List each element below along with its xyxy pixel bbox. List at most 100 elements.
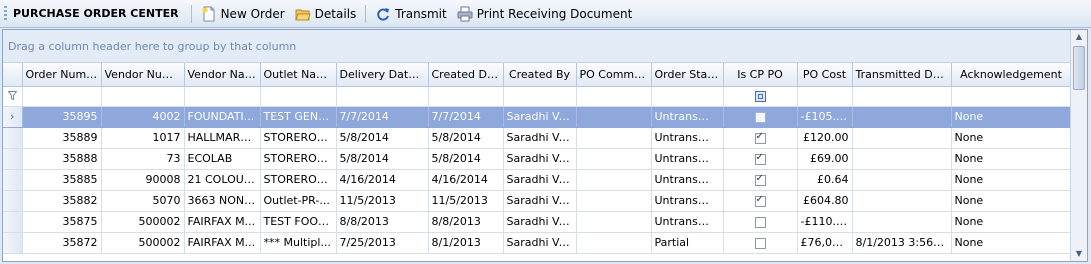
cell-delivery-date[interactable]: 11/5/2013	[336, 190, 429, 212]
cell-acknowledgement[interactable]: None	[951, 148, 1072, 170]
cell-order-status[interactable]: Partial	[651, 232, 724, 254]
cell-created-date[interactable]: 5/8/2014	[428, 127, 504, 149]
table-row[interactable]: 35889 1017 HALLMARK ... STOREROOM 5/8/2014 5/…	[3, 127, 1072, 149]
cell-created-date[interactable]: 4/16/2014	[428, 169, 504, 191]
cell-order-number[interactable]: 35875	[22, 211, 102, 233]
cell-delivery-date[interactable]: 8/8/2013	[336, 211, 429, 233]
cp-po-checkbox[interactable]	[754, 237, 766, 249]
cell-po-comments[interactable]	[576, 211, 652, 233]
cell-created-by[interactable]: Saradhi Valluri	[503, 190, 577, 212]
cell-outlet-name[interactable]: STOREROOM	[260, 148, 337, 170]
cell-created-by[interactable]: Saradhi Valluri	[503, 211, 577, 233]
filter-cell[interactable]	[576, 86, 652, 107]
row-pointer-icon[interactable]: ›	[3, 106, 23, 128]
table-row[interactable]: 35875 500002 FAIRFAX M... TEST FOOD... 8/8/2…	[3, 211, 1072, 233]
cell-vendor-name[interactable]: 21 COLOUR...	[184, 169, 261, 191]
cell-is-cp-po[interactable]	[723, 232, 798, 254]
cell-acknowledgement[interactable]: None	[951, 211, 1072, 233]
cell-po-comments[interactable]	[576, 127, 652, 149]
table-row[interactable]: 35882 5070 3663 NON ... Outlet-PR-... 11/5/2…	[3, 190, 1072, 212]
header-order-number[interactable]: Order Number	[22, 63, 102, 87]
cell-delivery-date[interactable]: 7/25/2013	[336, 232, 429, 254]
cell-outlet-name[interactable]: TEST FOOD...	[260, 211, 337, 233]
cell-order-number[interactable]: 35882	[22, 190, 102, 212]
row-indicator[interactable]	[3, 211, 23, 233]
cell-order-number[interactable]: 35872	[22, 232, 102, 254]
cell-po-cost[interactable]: £120.00	[797, 127, 853, 149]
scroll-down-icon[interactable]: ▼	[1073, 248, 1085, 260]
cell-transmitted-date[interactable]: 8/1/2013 3:56 PM	[852, 232, 952, 254]
cell-vendor-number[interactable]: 5070	[101, 190, 185, 212]
cp-po-checkbox[interactable]	[754, 194, 766, 207]
cell-acknowledgement[interactable]: None	[951, 127, 1072, 149]
cell-delivery-date[interactable]: 5/8/2014	[336, 148, 429, 170]
filter-cell[interactable]	[428, 86, 504, 107]
filter-cell[interactable]	[260, 86, 337, 107]
cell-is-cp-po[interactable]	[723, 148, 798, 170]
cell-is-cp-po[interactable]	[723, 190, 798, 212]
cell-delivery-date[interactable]: 5/8/2014	[336, 127, 429, 149]
toolbar-grip[interactable]	[4, 5, 7, 22]
header-po-cost[interactable]: PO Cost	[797, 63, 853, 87]
cell-po-comments[interactable]	[576, 169, 652, 191]
cell-po-comments[interactable]	[576, 232, 652, 254]
cell-po-cost[interactable]: £76,00...	[797, 232, 853, 254]
cp-po-checkbox[interactable]	[754, 131, 766, 144]
header-transmitted-date[interactable]: Transmitted Date	[852, 63, 952, 87]
cell-transmitted-date[interactable]	[852, 106, 952, 128]
cell-outlet-name[interactable]: TEST GENE...	[260, 106, 337, 128]
cell-po-comments[interactable]	[576, 148, 652, 170]
cp-po-checkbox[interactable]	[754, 111, 766, 123]
cell-po-cost[interactable]: -£110.00	[797, 211, 853, 233]
filter-cell[interactable]	[951, 86, 1072, 107]
cell-delivery-date[interactable]: 4/16/2014	[336, 169, 429, 191]
table-row[interactable]: 35872 500002 FAIRFAX M... *** Multipl... 7/2…	[3, 232, 1072, 254]
cell-po-cost[interactable]: £604.80	[797, 190, 853, 212]
cell-order-number[interactable]: 35885	[22, 169, 102, 191]
cell-created-by[interactable]: Saradhi Valluri	[503, 127, 577, 149]
cp-po-checkbox[interactable]	[754, 173, 766, 186]
cell-po-comments[interactable]	[576, 190, 652, 212]
filter-cell[interactable]	[22, 86, 102, 107]
cell-vendor-number[interactable]: 73	[101, 148, 185, 170]
header-created-by[interactable]: Created By	[503, 63, 577, 87]
row-indicator[interactable]	[3, 169, 23, 191]
row-indicator[interactable]	[3, 232, 23, 254]
table-row[interactable]: › 35895 4002 FOUNDATI... TEST GENE... 7/7/201…	[3, 106, 1072, 128]
scroll-up-icon[interactable]: ▲	[1073, 31, 1085, 43]
filter-cell[interactable]	[797, 86, 853, 107]
cell-po-cost[interactable]: -£105.00	[797, 106, 853, 128]
cell-vendor-number[interactable]: 1017	[101, 127, 185, 149]
cell-is-cp-po[interactable]	[723, 211, 798, 233]
header-is-cp-po[interactable]: Is CP PO	[723, 63, 798, 87]
cell-po-cost[interactable]: £69.00	[797, 148, 853, 170]
cp-po-checkbox[interactable]	[754, 216, 766, 228]
filter-cell[interactable]	[503, 86, 577, 107]
cell-is-cp-po[interactable]	[723, 106, 798, 128]
header-acknowledgement[interactable]: Acknowledgement	[951, 63, 1072, 87]
cell-transmitted-date[interactable]	[852, 127, 952, 149]
cell-acknowledgement[interactable]: None	[951, 106, 1072, 128]
cell-outlet-name[interactable]: STOREROOM	[260, 169, 337, 191]
cell-order-status[interactable]: Untransmit...	[651, 127, 724, 149]
cell-vendor-name[interactable]: HALLMARK ...	[184, 127, 261, 149]
cell-transmitted-date[interactable]	[852, 169, 952, 191]
cell-created-date[interactable]: 11/5/2013	[428, 190, 504, 212]
cell-order-status[interactable]: Untransmit...	[651, 169, 724, 191]
filter-cell[interactable]	[852, 86, 952, 107]
filter-cell[interactable]	[184, 86, 261, 107]
filter-cell[interactable]	[101, 86, 185, 107]
cell-created-by[interactable]: Saradhi Valluri	[503, 148, 577, 170]
header-created-date[interactable]: Created Date	[428, 63, 504, 87]
table-row[interactable]: 35885 90008 21 COLOUR... STOREROOM 4/16/2014…	[3, 169, 1072, 191]
vertical-scrollbar[interactable]: ▲ ▼	[1070, 30, 1087, 261]
cell-outlet-name[interactable]: STOREROOM	[260, 127, 337, 149]
cell-vendor-name[interactable]: FOUNDATI...	[184, 106, 261, 128]
filter-cell[interactable]	[336, 86, 429, 107]
cell-created-by[interactable]: Saradhi Valluri	[503, 169, 577, 191]
header-vendor-number[interactable]: Vendor Number	[101, 63, 185, 87]
cell-vendor-name[interactable]: FAIRFAX M...	[184, 211, 261, 233]
cell-vendor-name[interactable]: 3663 NON ...	[184, 190, 261, 212]
transmit-button[interactable]: Transmit	[370, 3, 451, 25]
cell-is-cp-po[interactable]	[723, 169, 798, 191]
